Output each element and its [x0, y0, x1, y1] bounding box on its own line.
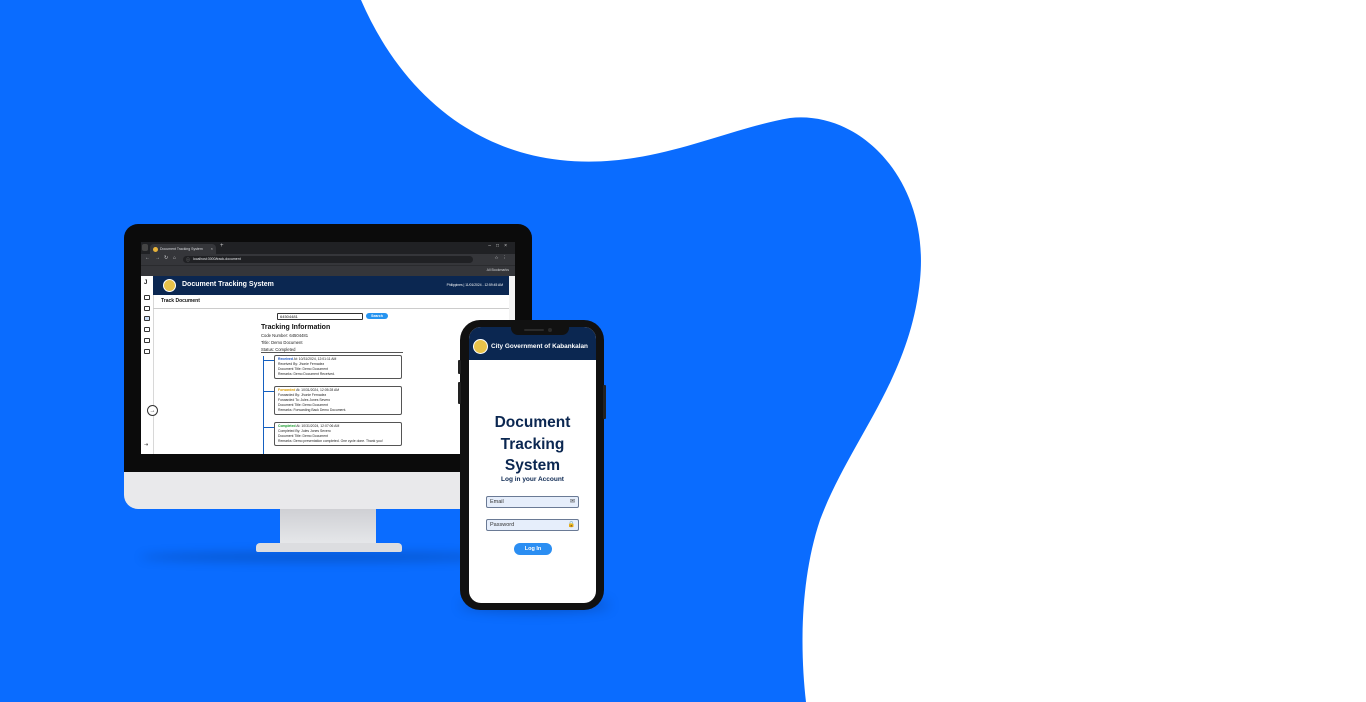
phone-screen: City Government of Kabankalan Document T…: [469, 327, 596, 603]
monitor-stand-base: [256, 543, 402, 552]
status-time: At: 10/31/2024, 12:01:11 AM: [292, 357, 337, 361]
password-placeholder: Password: [490, 522, 515, 528]
email-placeholder: Email: [490, 499, 504, 505]
city-seal-logo: [473, 339, 488, 354]
phone-side-button: [458, 360, 461, 374]
timeline-card-received: Received At: 10/31/2024, 12:01:11 AM Rec…: [274, 355, 402, 379]
browser-tab-title: Document Tracking System: [160, 247, 203, 251]
window-controls[interactable]: –□×: [488, 243, 512, 249]
monitor-stand-neck: [280, 509, 376, 544]
sidebar-expand-icon[interactable]: →: [147, 405, 158, 416]
browser-tab-bar: Document Tracking System × + –□×: [141, 242, 515, 254]
browser-tab[interactable]: Document Tracking System ×: [150, 244, 216, 254]
document-title: Title: Demo Document: [261, 340, 303, 345]
login-button[interactable]: Log In: [514, 543, 552, 555]
mail-icon: ✉: [569, 499, 575, 505]
heading-line: Document: [494, 414, 571, 431]
status-label: Forwarded: [278, 388, 296, 392]
site-info-icon[interactable]: ⓘ: [186, 256, 190, 263]
phone-camera: [548, 328, 552, 332]
url-text: localhost:3000/track-document: [193, 257, 241, 261]
page-title: Track Document: [161, 298, 200, 304]
monitor-screen: Document Tracking System × + –□× ← → ↻ ⌂…: [141, 242, 515, 454]
sidebar-documents-icon[interactable]: [144, 338, 150, 343]
tracking-info-title: Tracking Information: [261, 324, 331, 331]
tab-search-button[interactable]: [142, 244, 148, 251]
phone-side-button: [458, 382, 461, 404]
favicon-icon: [153, 247, 158, 252]
login-heading: Document Tracking System: [469, 412, 596, 477]
new-tab-icon[interactable]: +: [220, 243, 224, 249]
heading-line: Tracking: [500, 435, 565, 453]
status-label: Received: [278, 357, 293, 361]
header-datetime: Philippines | 11/01/2024 - 12:59:45 AM: [446, 283, 503, 287]
app-header: Document Tracking System Philippines | 1…: [153, 276, 509, 295]
app-title: Document Tracking System: [182, 281, 274, 288]
app-logo-icon: J: [144, 280, 148, 286]
timeline-line: [263, 356, 264, 454]
timeline-connector: [264, 360, 274, 361]
heading-line: System: [504, 457, 561, 474]
email-field[interactable]: Email ✉: [486, 496, 579, 508]
password-field[interactable]: Password 🔒: [486, 519, 579, 531]
home-icon[interactable]: ⌂: [173, 255, 176, 261]
all-bookmarks-link[interactable]: All Bookmarks: [487, 268, 509, 272]
tracking-search-input[interactable]: 64504481: [277, 313, 363, 320]
forward-icon[interactable]: →: [155, 255, 160, 261]
sidebar-outbox-icon[interactable]: [144, 327, 150, 332]
page-title-bar: Track Document: [153, 295, 509, 309]
timeline-card-forwarded: Forwarded At: 10/31/2024, 12:05:28 AM Fo…: [274, 386, 402, 415]
timeline-connector: [264, 427, 274, 428]
sidebar-folder-icon[interactable]: [144, 349, 150, 354]
timeline-card-completed: Completed At: 10/31/2024, 12:07:06 AM Co…: [274, 422, 402, 446]
browser-address-bar: ← → ↻ ⌂ ⓘ localhost:3000/track-document …: [141, 254, 515, 265]
code-number: Code Number: 64504481: [261, 333, 309, 338]
browser-toolbar-icons[interactable]: ☆⋮: [494, 255, 511, 261]
status-time: At: 10/31/2024, 12:07:06 AM: [295, 424, 340, 428]
card-line: Remarks: Forwarding Back Demo Document.: [278, 408, 347, 412]
phone-speaker: [524, 329, 544, 331]
back-icon[interactable]: ←: [145, 255, 150, 261]
divider: [261, 352, 403, 353]
sidebar-inbox-icon[interactable]: [144, 306, 150, 311]
timeline-connector: [264, 391, 274, 392]
card-line: Remarks: Demo Document Received.: [278, 372, 335, 376]
search-button[interactable]: Search: [366, 313, 388, 319]
sidebar-track-icon[interactable]: [144, 316, 150, 321]
bookmarks-bar: All Bookmarks: [141, 265, 515, 276]
reload-icon[interactable]: ↻: [164, 255, 168, 261]
login-subtitle: Log in your Account: [501, 476, 564, 483]
close-icon[interactable]: ×: [211, 244, 213, 254]
monitor-shadow: [140, 552, 500, 562]
phone-power-button: [603, 385, 606, 419]
url-field[interactable]: ⓘ localhost:3000/track-document: [183, 256, 473, 263]
status-time: At: 10/31/2024, 12:05:28 AM: [295, 388, 340, 392]
sidebar-home-icon[interactable]: [144, 295, 150, 300]
logout-icon[interactable]: ⇥: [144, 442, 148, 448]
mobile-header-title: City Government of Kabankalan: [491, 343, 588, 350]
card-line: Remarks: Demo presentation completed. On…: [278, 439, 383, 443]
status-label: Completed: [278, 424, 296, 428]
lock-icon: 🔒: [567, 522, 575, 528]
city-seal-logo: [163, 279, 176, 292]
